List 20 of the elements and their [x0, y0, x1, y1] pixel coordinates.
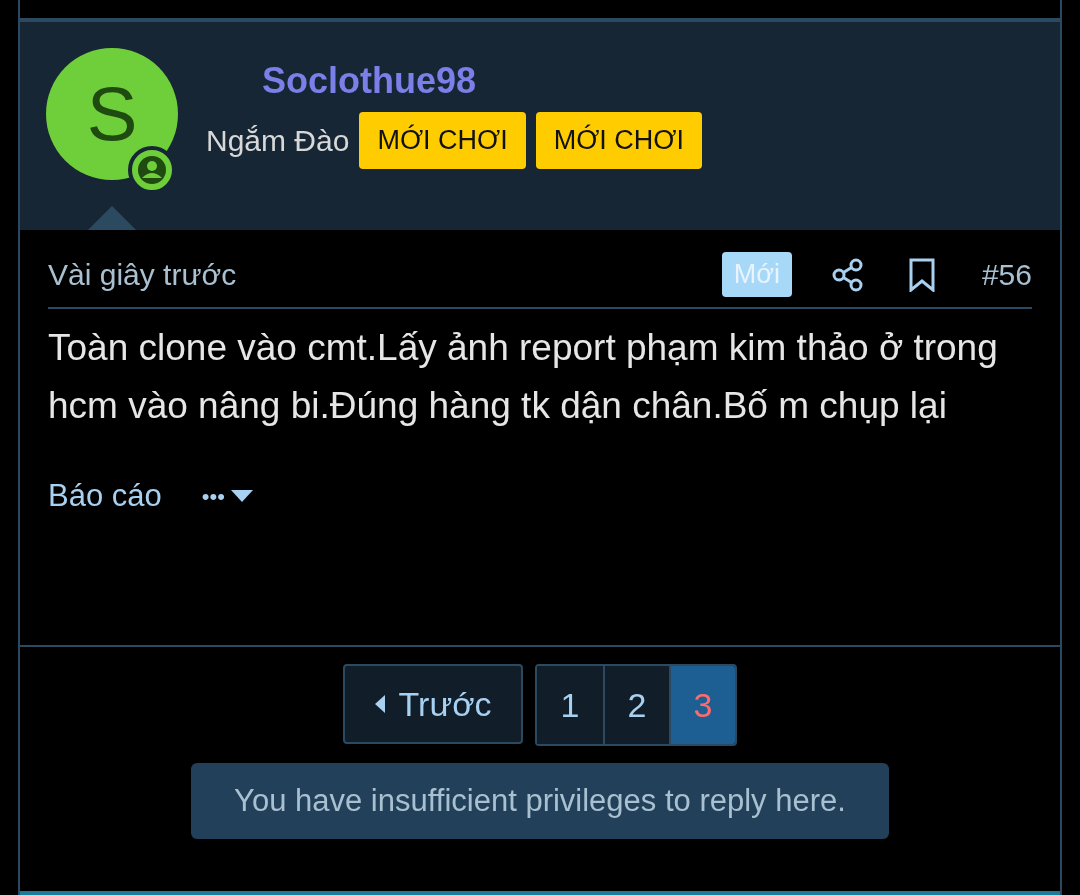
new-tag: Mới — [721, 252, 792, 297]
share-icon[interactable] — [831, 257, 864, 292]
rank-badge: MỚI CHƠI — [535, 112, 702, 169]
report-link[interactable]: Báo cáo — [48, 473, 162, 520]
username[interactable]: Soclothue98 — [262, 54, 702, 108]
pointer-arrow-icon — [88, 206, 136, 230]
avatar[interactable]: S — [46, 48, 178, 180]
more-button[interactable]: ••• — [201, 479, 253, 513]
notice-message: You have insufficient privileges to reply here. — [191, 763, 889, 839]
previous-page-button[interactable]: Trước — [343, 664, 523, 744]
page-button[interactable]: 1 — [537, 666, 603, 744]
user-title: Ngắm Đào — [206, 122, 350, 159]
caret-icon — [230, 489, 253, 504]
page-button[interactable]: 2 — [603, 666, 669, 744]
post-number[interactable]: #56 — [981, 252, 1032, 297]
post-time: Vài giây trước — [48, 257, 237, 293]
rank-badge: MỚI CHƠI — [359, 112, 526, 169]
post-message: Toàn clone vào cmt.Lấy ảnh report phạm kim thảo ở trong hcm vào nâng bi.Đúng hàng tk dận chân.Bố m chụp lại — [48, 326, 998, 428]
bookmark-icon[interactable] — [907, 257, 936, 292]
caret-icon — [374, 695, 385, 713]
